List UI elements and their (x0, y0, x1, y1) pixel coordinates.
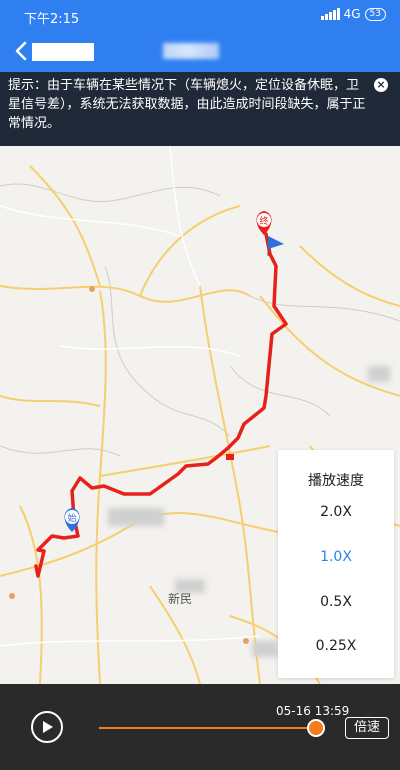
blurred-place-label (368, 366, 390, 382)
speed-panel-title: 播放速度 (308, 473, 364, 489)
signal-icon (320, 8, 340, 20)
city-label: 新民 (168, 592, 193, 606)
end-marker-label: 终 (259, 215, 268, 227)
speed-option-2x[interactable]: 2.0X (278, 504, 394, 520)
start-marker-label: 始 (67, 512, 76, 524)
progress-track[interactable] (99, 727, 317, 729)
speed-button[interactable]: 倍速 (345, 717, 389, 739)
map-view[interactable]: 终 始 新民 播放速度 2.0X 1.0X 0.5X 0.25X (0, 146, 400, 684)
progress-thumb[interactable] (307, 719, 325, 737)
speed-option-1x[interactable]: 1.0X (278, 549, 394, 565)
blurred-place-label (108, 508, 164, 526)
redacted-title (32, 43, 94, 61)
status-time: 下午2:15 (24, 12, 80, 27)
notice-banner: 提示：由于车辆在某些情况下（车辆熄火，定位设备休眠，卫星信号差），系统无法获取数… (0, 72, 400, 146)
status-indicators: 4G 53 (320, 7, 386, 21)
blurred-title (163, 43, 219, 59)
speed-option-0-5x[interactable]: 0.5X (278, 594, 394, 610)
notice-text: 提示：由于车辆在某些情况下（车辆熄火，定位设备休眠，卫星信号差），系统无法获取数… (8, 78, 366, 131)
status-bar: 下午2:15 4G 53 (0, 0, 400, 30)
playback-bar: 05-16 13:59 倍速 (0, 684, 400, 770)
speed-panel: 播放速度 2.0X 1.0X 0.5X 0.25X (278, 450, 394, 678)
close-icon[interactable]: × (374, 78, 388, 92)
network-label: 4G (343, 7, 361, 21)
battery-icon: 53 (364, 7, 386, 21)
speed-option-0-25x[interactable]: 0.25X (278, 638, 394, 654)
end-marker[interactable]: 终 (256, 211, 272, 235)
playback-time: 05-16 13:59 (276, 704, 350, 718)
play-icon (43, 721, 53, 733)
app-header (0, 30, 400, 72)
play-button[interactable] (31, 711, 63, 743)
blurred-place-label (252, 641, 278, 657)
